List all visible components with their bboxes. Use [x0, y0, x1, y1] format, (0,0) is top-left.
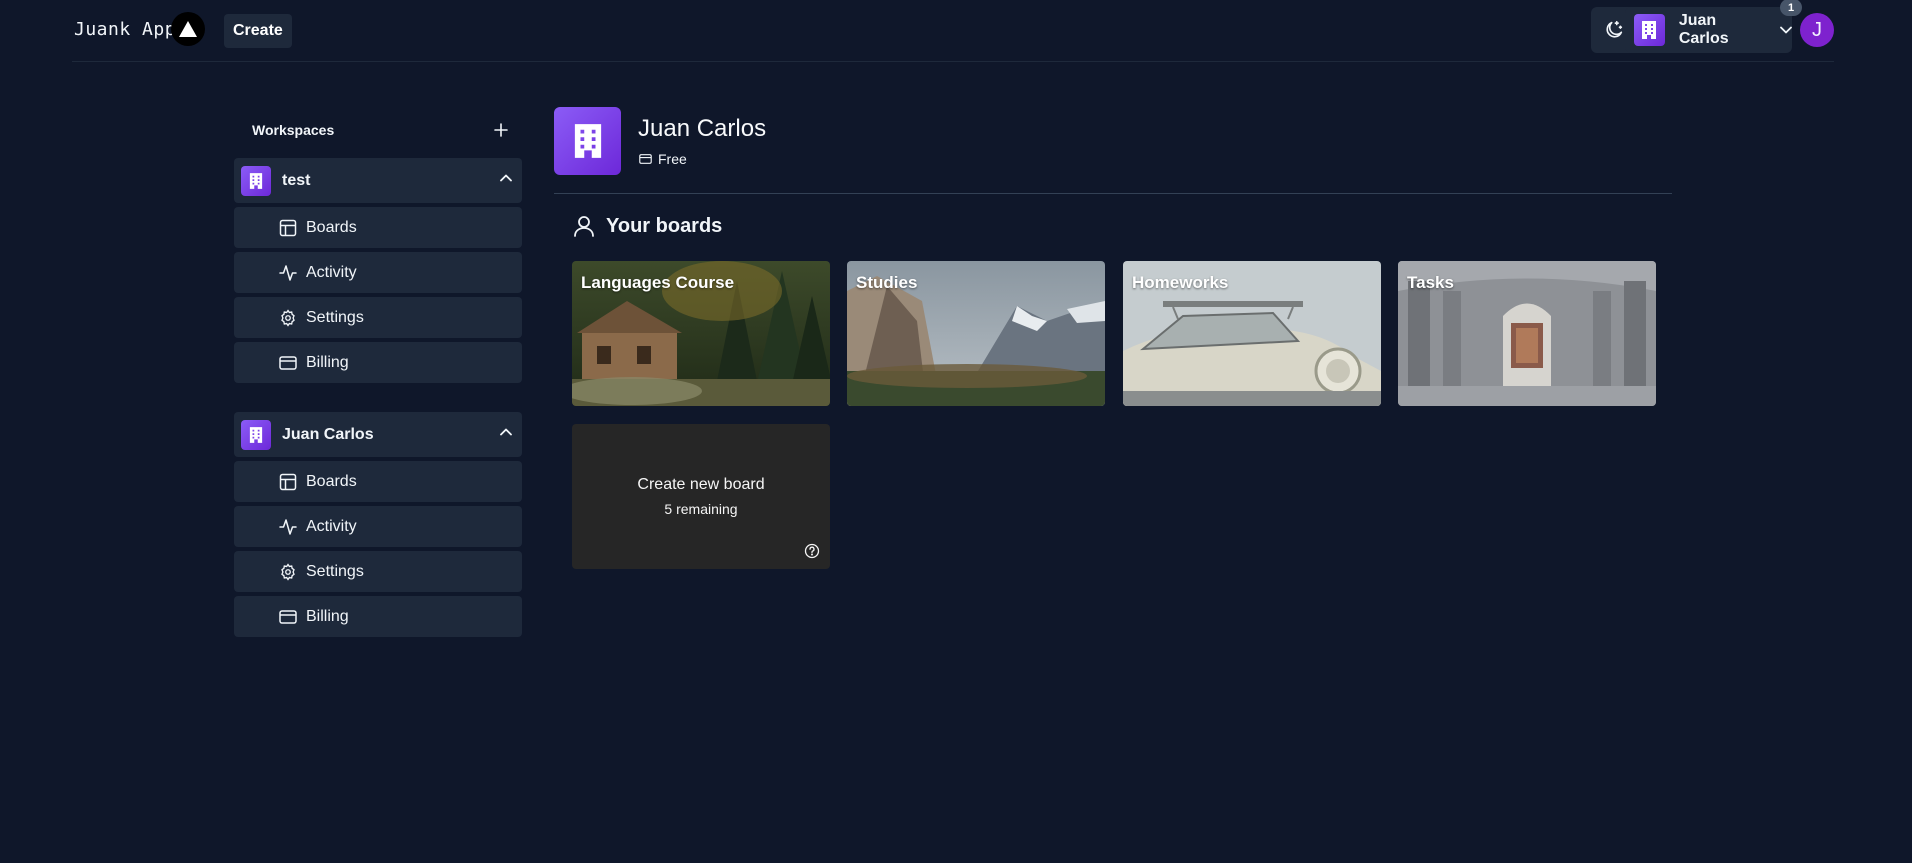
moon-icon [1603, 19, 1625, 41]
layout-icon [279, 219, 297, 237]
sidebar-item-label: Settings [306, 308, 364, 326]
board-card[interactable]: Languages Course [572, 261, 830, 406]
sidebar-item-activity[interactable]: Activity [234, 252, 522, 293]
building-icon [241, 419, 271, 450]
help-circle-icon[interactable] [804, 543, 820, 559]
activity-icon [279, 264, 297, 282]
avatar[interactable]: J [1800, 13, 1834, 47]
create-board-button[interactable]: Create new board 5 remaining [572, 424, 830, 569]
sidebar-item-label: Billing [306, 353, 349, 371]
plan-label: Free [658, 151, 687, 167]
board-title: Languages Course [581, 273, 735, 292]
board-title: Tasks [1407, 273, 1454, 292]
workspace-switcher[interactable]: Juan Carlos [1625, 7, 1792, 53]
workspace-toggle-juan-carlos[interactable]: Juan Carlos [234, 412, 522, 457]
sidebar-item-label: Billing [306, 607, 349, 625]
app-name[interactable]: Juank App [74, 19, 176, 40]
chevron-up-icon [500, 428, 512, 436]
layout-icon [279, 473, 297, 491]
sidebar-title: Workspaces [252, 122, 335, 138]
sidebar-item-label: Settings [306, 562, 364, 580]
page-title: Juan Carlos [638, 115, 767, 142]
sidebar-item-settings[interactable]: Settings [234, 297, 522, 338]
activity-icon [279, 518, 297, 536]
plan-badge: Free [639, 151, 687, 167]
credit-card-icon [279, 354, 297, 372]
create-board-label: Create new board [637, 476, 765, 493]
workspace-name: Juan Carlos [282, 425, 374, 443]
building-icon [554, 107, 621, 175]
notification-badge[interactable]: 1 [1780, 0, 1802, 16]
sidebar-item-boards[interactable]: Boards [234, 207, 522, 248]
boards-heading-label: Your boards [606, 214, 723, 237]
user-icon [572, 214, 596, 238]
workspace-group-juan-carlos: Juan Carlos Boards Activity Settings Bil… [234, 412, 522, 637]
credit-card-icon [279, 608, 297, 626]
add-workspace-button[interactable] [494, 118, 508, 142]
sidebar-item-boards[interactable]: Boards [234, 461, 522, 502]
sidebar-item-label: Boards [306, 472, 357, 490]
sidebar-item-label: Boards [306, 218, 357, 236]
workspace-switcher-label: Juan Carlos [1678, 12, 1729, 47]
sidebar: Workspaces test Boards Activity Settings… [234, 112, 522, 637]
sidebar-item-label: Activity [306, 263, 357, 281]
board-title: Studies [856, 273, 918, 292]
sidebar-item-label: Activity [306, 517, 357, 535]
building-icon [1634, 14, 1665, 46]
sidebar-item-settings[interactable]: Settings [234, 551, 522, 592]
workspace-header: Juan Carlos Free [554, 107, 1672, 194]
gear-icon [279, 562, 297, 581]
workspace-name: test [282, 171, 311, 189]
boards-heading: Your boards [572, 214, 722, 238]
board-title: Homeworks [1132, 273, 1229, 292]
board-card[interactable]: Homeworks [1123, 261, 1381, 406]
plus-icon [494, 123, 508, 137]
chevron-down-icon [1780, 26, 1792, 34]
board-card[interactable]: Studies [847, 261, 1105, 406]
workspace-toggle-test[interactable]: test [234, 158, 522, 203]
sidebar-item-billing[interactable]: Billing [234, 596, 522, 637]
remaining-count: 5 remaining [664, 501, 738, 517]
board-card[interactable]: Tasks [1398, 261, 1656, 406]
credit-card-icon [639, 154, 652, 164]
top-bar: Juank App Create Juan Carlos 1 J [72, 0, 1834, 62]
create-button[interactable]: Create [224, 14, 292, 48]
chevron-up-icon [500, 174, 512, 182]
building-icon [241, 165, 271, 196]
sidebar-header: Workspaces [234, 112, 522, 148]
sidebar-item-billing[interactable]: Billing [234, 342, 522, 383]
gear-icon [279, 308, 297, 327]
logo-icon[interactable] [171, 12, 205, 46]
workspace-group-test: test Boards Activity Settings Billing [234, 158, 522, 383]
sidebar-item-activity[interactable]: Activity [234, 506, 522, 547]
